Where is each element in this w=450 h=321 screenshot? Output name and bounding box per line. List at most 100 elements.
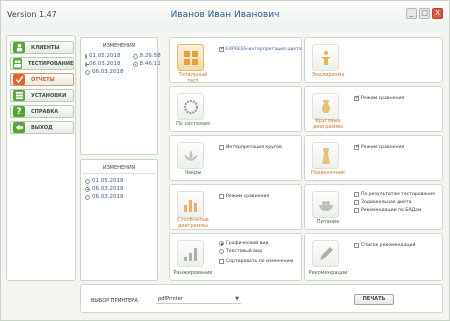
printer-value: pdfPrinter [158,296,183,302]
report-card-emalirizma: Эмалиризма [304,37,443,83]
date-text: 01.05.2018 [89,53,121,59]
sidebar-item-clients[interactable]: КЛИЕНТЫ [10,41,74,54]
text-view-radio[interactable]: Текстовый вид [219,249,262,254]
date-text: 06.03.2018 [92,194,124,200]
changes-panel-2: ИЗМЕНЕНИЯ 01.05.2018 06.03.2018 06.03.20… [80,159,158,281]
comparison-mode-option[interactable]: Режим сравнения [219,194,269,199]
by-test-results-option[interactable]: По результатам тестирования [354,192,435,197]
report-card-total-test: Тотальныйтест EXPRESS-интерпретация цвет… [169,37,302,84]
total-test-tile[interactable] [177,44,204,71]
circles-interpretation-option[interactable]: Интерпретация кругов [219,145,282,150]
date-radio[interactable] [85,186,90,192]
vase-icon [321,99,330,113]
card-caption: Тотальный тест [178,72,208,84]
checkbox[interactable] [354,143,360,150]
check-icon [13,74,25,85]
card-caption: Питание [316,219,340,225]
card-caption: Рекомендации [308,270,348,276]
sidebar-item-settings[interactable]: УСТАНОВКИ [10,89,74,102]
bar-diagrams-tile[interactable] [177,191,204,218]
sidebar: КЛИЕНТЫ ТЕСТИРОВАНИЕ ОТЧЕТЫ УСТАНОВКИ ? … [6,35,76,281]
report-card-chakras: Чакры Интерпретация кругов [169,135,302,181]
circle-diagrams-tile[interactable] [312,93,339,120]
changes-header: ИЗМЕНЕНИЯ [102,43,136,49]
time-radio[interactable] [132,61,138,67]
checkbox[interactable] [219,194,224,199]
recommendations-tile[interactable] [312,240,339,267]
time-radio[interactable] [132,53,138,59]
list-item[interactable]: 06.03.2018 [85,185,157,193]
settings-icon [13,90,25,101]
date-radio[interactable] [85,194,90,200]
list-item[interactable]: 06.03.2018 [85,68,157,76]
checkbox[interactable] [354,208,359,213]
date-text: 06.03.2018 [92,186,124,192]
date-radio[interactable] [85,69,90,75]
sidebar-item-reports[interactable]: ОТЧЕТЫ [10,73,74,86]
title-bar: Version 1.47 Иванов Иван Иванович _ □ X [1,1,449,31]
sidebar-item-label: КЛИЕНТЫ [31,44,60,51]
app-window: Version 1.47 Иванов Иван Иванович _ □ X … [0,0,450,321]
exit-arrow-icon [13,122,25,133]
graphic-view-radio[interactable]: Графический вид [219,241,269,246]
report-card-recommendations: Рекомендации Список рекомендаций [304,233,443,281]
sidebar-item-help[interactable]: ? СПРАВКА [10,105,74,118]
changes-header: ИЗМЕНЕНИЯ [102,165,136,171]
chakras-tile[interactable] [177,142,204,169]
emalirizma-tile[interactable] [312,44,339,71]
nutrition-tile[interactable] [312,191,339,218]
print-button[interactable]: ПЕЧАТЬ [354,294,394,305]
systems-tile[interactable] [177,93,204,120]
card-caption: По системам [176,121,210,127]
sort-by-change-option[interactable]: Сортировать по изменению [219,259,293,264]
maximize-button[interactable]: □ [419,8,430,19]
date-text: 06.03.2018 [92,69,124,75]
report-card-ranking: Ранжирование Графический вид Текстовый в… [169,233,302,281]
checkbox[interactable] [354,192,359,197]
checkbox[interactable] [354,94,360,101]
lotus-icon [183,149,198,161]
printer-bar: ВЫБОР ПРИНТЕРА pdfPrinter ▼ ПЕЧАТЬ [80,284,443,313]
pen-icon [319,246,333,260]
sidebar-item-label: СПРАВКА [31,108,59,115]
figure-icon [320,50,331,65]
checkbox[interactable] [219,259,224,264]
zodiac-diet-option[interactable]: Зодиакальная диета [354,200,412,205]
radio[interactable] [219,241,224,246]
sidebar-item-testing[interactable]: ТЕСТИРОВАНИЕ [10,57,74,70]
sidebar-item-exit[interactable]: ВЫХОД [10,121,74,134]
checkbox[interactable] [354,243,359,248]
checkbox[interactable] [219,145,224,150]
printer-select[interactable]: pdfPrinter ▼ [156,295,241,304]
express-color-option[interactable]: EXPRESS-интерпретация цвета [219,45,302,52]
list-item[interactable]: 06.03.2018 8:46:11 [85,60,161,68]
sidebar-item-label: УСТАНОВКИ [31,92,67,99]
person-icon [13,42,25,53]
list-item[interactable]: 06.03.2018 [85,193,157,201]
spine-tile[interactable] [312,142,339,169]
minimize-button[interactable]: _ [406,8,417,19]
card-caption: Ранжирование [173,270,213,276]
report-card-circle-diagrams: Круговыедиаграммы Режим сравнения [304,86,443,132]
list-item[interactable]: 01.05.2018 8:26:58 [85,52,161,60]
checkbox[interactable] [354,200,359,205]
checkbox[interactable] [219,45,225,52]
report-card-systems: По системам [169,86,302,132]
close-button[interactable]: X [432,8,443,19]
comparison-mode-option[interactable]: Режим сравнения [354,143,404,150]
divider [82,173,156,174]
date-radio[interactable] [85,178,90,184]
comparison-mode-option[interactable]: Режим сравнения [354,94,404,101]
list-item[interactable]: 01.05.2018 [85,177,157,185]
report-card-spine: Позвоночник Режим сравнения [304,135,443,181]
ranking-tile[interactable] [177,240,204,267]
time-text: 8:46:11 [139,61,161,67]
recommendations-list-option[interactable]: Список рекомендаций [354,243,415,248]
card-caption: Чакры [184,170,202,176]
bad-recommendations-option[interactable]: Рекомендации по БАДам [354,208,421,213]
date-radio[interactable] [85,53,87,59]
printer-label: ВЫБОР ПРИНТЕРА [91,298,138,304]
sidebar-item-label: ТЕСТИРОВАНИЕ [28,60,74,67]
radio[interactable] [219,249,224,254]
date-radio[interactable] [85,61,89,67]
